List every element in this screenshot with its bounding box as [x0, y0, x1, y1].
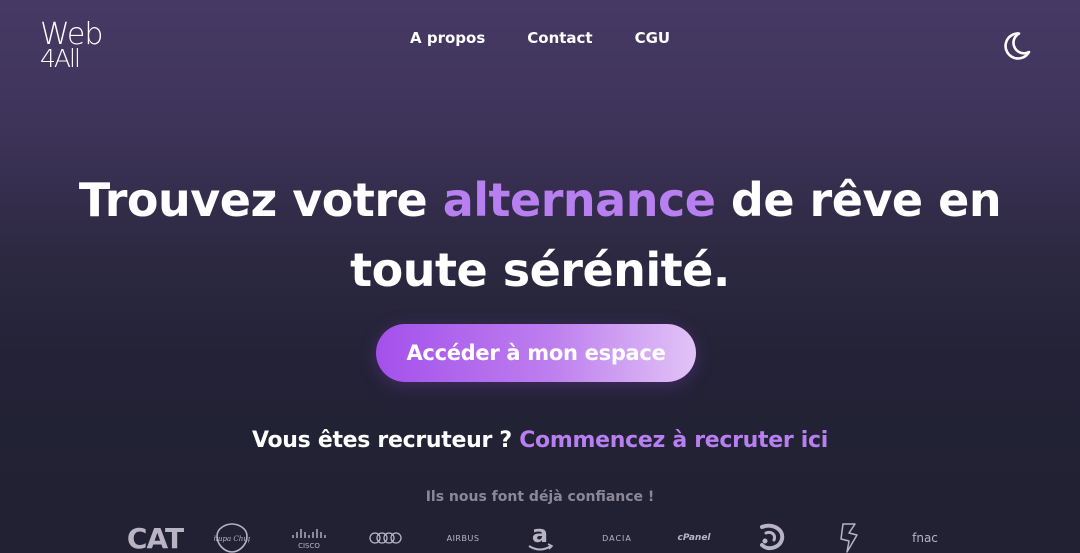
- trust-heading: Ils nous font déjà confiance !: [425, 489, 655, 505]
- chupa-chups-logo-text: Chupa Chups: [214, 535, 250, 543]
- nav-link-a-propos[interactable]: A propos: [410, 28, 485, 48]
- dacia-logo-icon: DACIA: [582, 520, 652, 553]
- amazon-logo-text: a: [532, 522, 548, 548]
- theme-toggle-button[interactable]: [998, 28, 1034, 64]
- chupa-chups-logo-icon: Chupa Chups: [197, 520, 267, 553]
- cpanel-logo-icon: cPanel: [659, 520, 729, 553]
- partner-logos: CAT Chupa Chups CISCO: [120, 518, 960, 553]
- cpanel-logo-text: cPanel: [677, 533, 711, 543]
- airbus-logo-text: AIRBUS: [446, 533, 480, 543]
- audi-logo-icon: [351, 520, 421, 553]
- dassault-systemes-logo-icon: [813, 520, 883, 553]
- nav-link-cgu[interactable]: CGU: [635, 28, 671, 48]
- nav-link-contact[interactable]: Contact: [527, 28, 592, 48]
- moon-icon: [1004, 32, 1031, 60]
- cisco-logo-text: CISCO: [298, 542, 320, 550]
- recruiter-prompt: Vous êtes recruteur ? Commencez à recrut…: [140, 424, 940, 458]
- dacia-logo-text: DACIA: [602, 533, 632, 543]
- start-recruiting-link[interactable]: Commencez à recruter ici: [519, 428, 828, 453]
- swirl-logo-icon: [736, 520, 806, 553]
- recruiter-question: Vous êtes recruteur ?: [251, 428, 512, 453]
- hero-title-part-1: Trouvez votre: [78, 173, 443, 227]
- cisco-logo-icon: CISCO: [274, 520, 344, 553]
- airbus-logo-icon: AIRBUS: [428, 520, 498, 553]
- top-navigation: A propos Contact CGU: [410, 28, 670, 48]
- hero-title: Trouvez votre alternance de rêve en tout…: [60, 165, 1020, 305]
- fnac-logo-text: fnac: [912, 531, 938, 545]
- hero-title-accent: alternance: [442, 173, 716, 227]
- fnac-logo-icon: fnac: [890, 520, 960, 553]
- amazon-logo-icon: a: [505, 520, 575, 553]
- cat-logo-text: CAT: [126, 521, 184, 553]
- access-my-space-button[interactable]: Accéder à mon espace: [376, 324, 696, 382]
- cat-logo-icon: CAT: [120, 520, 190, 553]
- logo-line-2: 4All: [40, 44, 81, 73]
- web4all-logo[interactable]: Web 4All: [40, 20, 126, 74]
